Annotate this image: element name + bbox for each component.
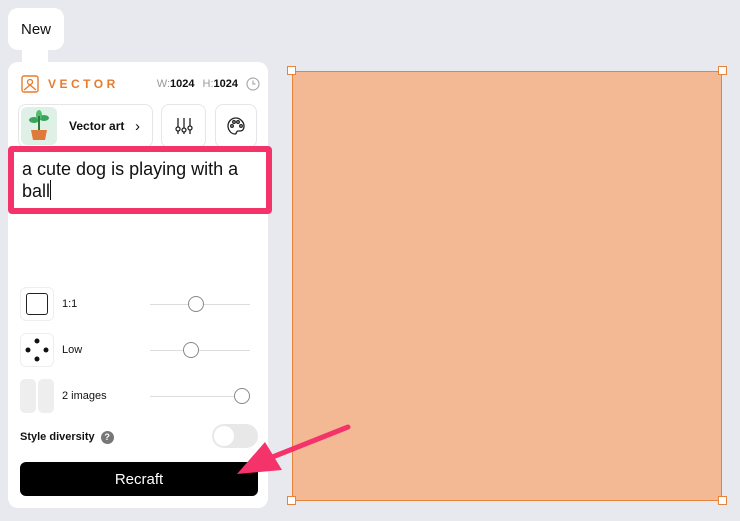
annotation-arrow bbox=[237, 424, 351, 474]
